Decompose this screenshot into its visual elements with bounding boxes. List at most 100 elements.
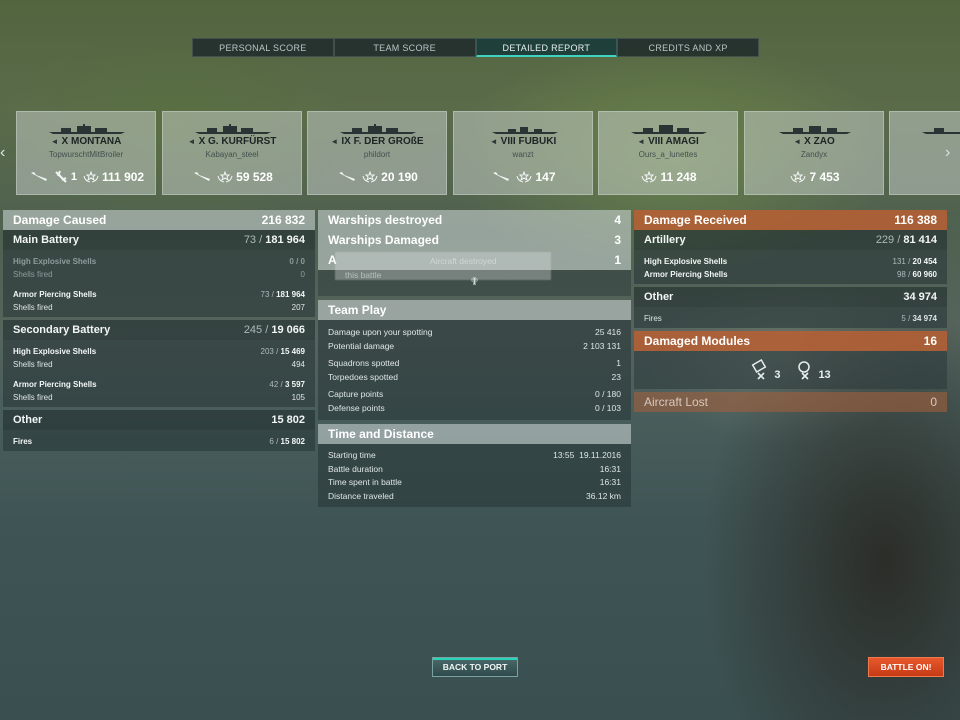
- damage-caused-header: Damage Caused 216 832: [3, 210, 315, 230]
- secondary-he-fired-row: Shells fired 494: [13, 360, 305, 369]
- main-ap-fired-row: Shells fired 207: [13, 303, 305, 312]
- fires-row: Fires 6 / 15 802: [13, 437, 305, 446]
- tab-detailed-report[interactable]: DETAILED REPORT: [475, 38, 618, 57]
- other-damage-header: Other 15 802: [3, 410, 315, 430]
- team-play-row: Damage upon your spotting 25 416: [328, 327, 621, 337]
- time-distance-header: Time and Distance: [318, 424, 631, 444]
- damage-stat: 20 190: [362, 170, 418, 184]
- warships-destroyed-row: Warships destroyed 4: [318, 210, 631, 230]
- tab-team-score[interactable]: TEAM SCORE: [333, 38, 476, 57]
- team-play-row: Capture points 0 / 180: [328, 389, 621, 399]
- player-name: Zandyx: [800, 150, 828, 159]
- damage-caused-title: Damage Caused: [13, 213, 107, 227]
- ship-silhouette-icon: [195, 124, 271, 134]
- battle-on-button[interactable]: BATTLE ON!: [868, 657, 944, 677]
- tab-credits-and-xp[interactable]: CREDITS AND XP: [617, 38, 759, 57]
- ship-name: ◄ X ZAO: [793, 136, 835, 147]
- time-distance-details: Starting time 13:55 19.11.2016 Battle dur…: [318, 444, 631, 507]
- player-name: Ours_a_lunettes: [638, 150, 698, 159]
- ship-stats: 11 248: [605, 168, 733, 186]
- torpedo-bomber-icon: [55, 170, 67, 183]
- aircraft-stat: [193, 171, 211, 183]
- ship-stats: 1 111 902: [23, 168, 151, 186]
- ship-name: ◄ X G. KURFÜRST: [187, 136, 277, 147]
- module-stat: 3: [750, 359, 780, 381]
- player-name: TopwurschtMitBroiler: [48, 150, 124, 159]
- report-tabs: PERSONAL SCORE TEAM SCORE DETAILED REPOR…: [192, 38, 759, 57]
- torpedo-stat: 1: [54, 170, 77, 184]
- damage-stat: 7 453: [790, 170, 840, 184]
- main-he-fired-row: Shells fired 0: [13, 270, 305, 279]
- module-icon: [798, 361, 811, 380]
- time-distance-row: Distance traveled 36.12 km: [328, 490, 621, 501]
- damage-laurel-icon: [217, 171, 233, 183]
- damaged-modules-header: Damaged Modules 16: [634, 331, 947, 351]
- artillery-header: Artillery 229 / 81 414: [634, 230, 947, 250]
- tooltip-text: Aircraft destroyed: [430, 256, 497, 266]
- ship-name: ◄ VIII AMAGI: [637, 136, 699, 147]
- aircraft-icon: [339, 172, 356, 181]
- ship-card[interactable]: ◄ X MONTANA TopwurschtMitBroiler 1 111 90…: [16, 111, 156, 195]
- ship-card[interactable]: ◄ IX F. DER GROßE phildort 20 190: [307, 111, 447, 195]
- team-play-row: Torpedoes spotted 23: [328, 371, 621, 382]
- damage-laurel-icon: [362, 171, 378, 183]
- ship-stats: 147: [460, 168, 588, 186]
- damage-stat: 147: [516, 170, 556, 184]
- artillery-details: High Explosive Shells 131 / 20 454 Armor …: [634, 250, 947, 284]
- damage-received-header: Damage Received 116 388: [634, 210, 947, 230]
- ship-card[interactable]: ◄ X ZAO Zandyx 7 453: [744, 111, 884, 195]
- ship-card[interactable]: ◄ VIII AMAGI Ours_a_lunettes 11 248: [598, 111, 738, 195]
- time-distance-row: Time spent in battle 16:31: [328, 477, 621, 487]
- damage-laurel-icon: [83, 171, 99, 183]
- ship-stats: 20 190: [314, 168, 442, 186]
- ship-silhouette-icon: [492, 127, 558, 134]
- module-stat: 13: [794, 359, 831, 381]
- aircraft-icon: [30, 172, 47, 181]
- back-to-port-button[interactable]: BACK TO PORT: [432, 657, 518, 677]
- ship-stats: 59 528: [169, 168, 297, 186]
- ship-silhouette-icon: [49, 124, 125, 134]
- secondary-battery-header: Secondary Battery 245 / 19 066: [3, 320, 315, 340]
- artillery-he-row: High Explosive Shells 131 / 20 454: [644, 257, 937, 266]
- aircraft-stat: [338, 171, 356, 183]
- damage-caused-total: 216 832: [261, 213, 305, 227]
- chevron-left-icon[interactable]: ‹: [0, 144, 5, 162]
- damaged-modules-details: 3 13: [634, 351, 947, 389]
- module-icon: [751, 359, 767, 380]
- tooltip-text: this battle: [345, 270, 382, 280]
- artillery-ap-row: Armor Piercing Shells 98 / 60 960: [644, 270, 937, 279]
- ship-silhouette-icon: [340, 124, 416, 134]
- secondary-ap-fired-row: Shells fired 105: [13, 393, 305, 402]
- time-distance-row: Starting time 13:55 19.11.2016: [328, 450, 621, 460]
- secondary-ap-row: Armor Piercing Shells 42 / 3 597: [13, 380, 305, 389]
- damage-stat: 111 902: [83, 170, 144, 184]
- destroyed-ships-carousel: ◄ X MONTANA TopwurschtMitBroiler 1 111 90…: [16, 111, 960, 195]
- ship-card[interactable]: ◄ X G. KURFÜRST Kabayan_steel 59 528: [162, 111, 302, 195]
- ship-name: ◄ IX F. DER GROßE: [330, 136, 424, 147]
- ship-silhouette-icon: [631, 125, 707, 134]
- ship-card[interactable]: ◄ VIII FUBUKI wanzt 147: [453, 111, 593, 195]
- player-name: Kabayan_steel: [205, 150, 259, 159]
- other-damage-details: Fires 6 / 15 802: [3, 430, 315, 451]
- ship-stats: 7 453: [751, 168, 879, 186]
- player-name: phildort: [363, 150, 391, 159]
- fires-received-row: Fires 5 / 34 974: [644, 314, 937, 323]
- team-play-details: Damage upon your spotting 25 416 Potentia…: [318, 320, 631, 420]
- damage-received-panel: Damage Received 116 388 Artillery 229 / 8…: [634, 210, 947, 412]
- warships-damaged-row: Warships Damaged 3: [318, 230, 631, 250]
- tab-personal-score[interactable]: PERSONAL SCORE: [192, 38, 334, 57]
- aircraft-stat: [30, 171, 48, 183]
- main-battery-header: Main Battery 73 / 181 964: [3, 230, 315, 250]
- damage-caused-panel: Damage Caused 216 832 Main Battery 73 / …: [3, 210, 315, 451]
- team-play-header: Team Play: [318, 300, 631, 320]
- main-ap-row: Armor Piercing Shells 73 / 181 964: [13, 290, 305, 299]
- main-he-row: High Explosive Shells 0 / 0: [13, 257, 305, 266]
- ship-card-partial[interactable]: [889, 111, 960, 195]
- other-received-details: Fires 5 / 34 974: [634, 307, 947, 328]
- aircraft-lost-row: Aircraft Lost 0: [634, 392, 947, 412]
- ship-silhouette-icon: [779, 126, 851, 134]
- team-play-row: Defense points 0 / 103: [328, 402, 621, 413]
- other-received-header: Other 34 974: [634, 287, 947, 307]
- ship-name: ◄ VIII FUBUKI: [489, 136, 557, 147]
- damage-stat: 59 528: [217, 170, 273, 184]
